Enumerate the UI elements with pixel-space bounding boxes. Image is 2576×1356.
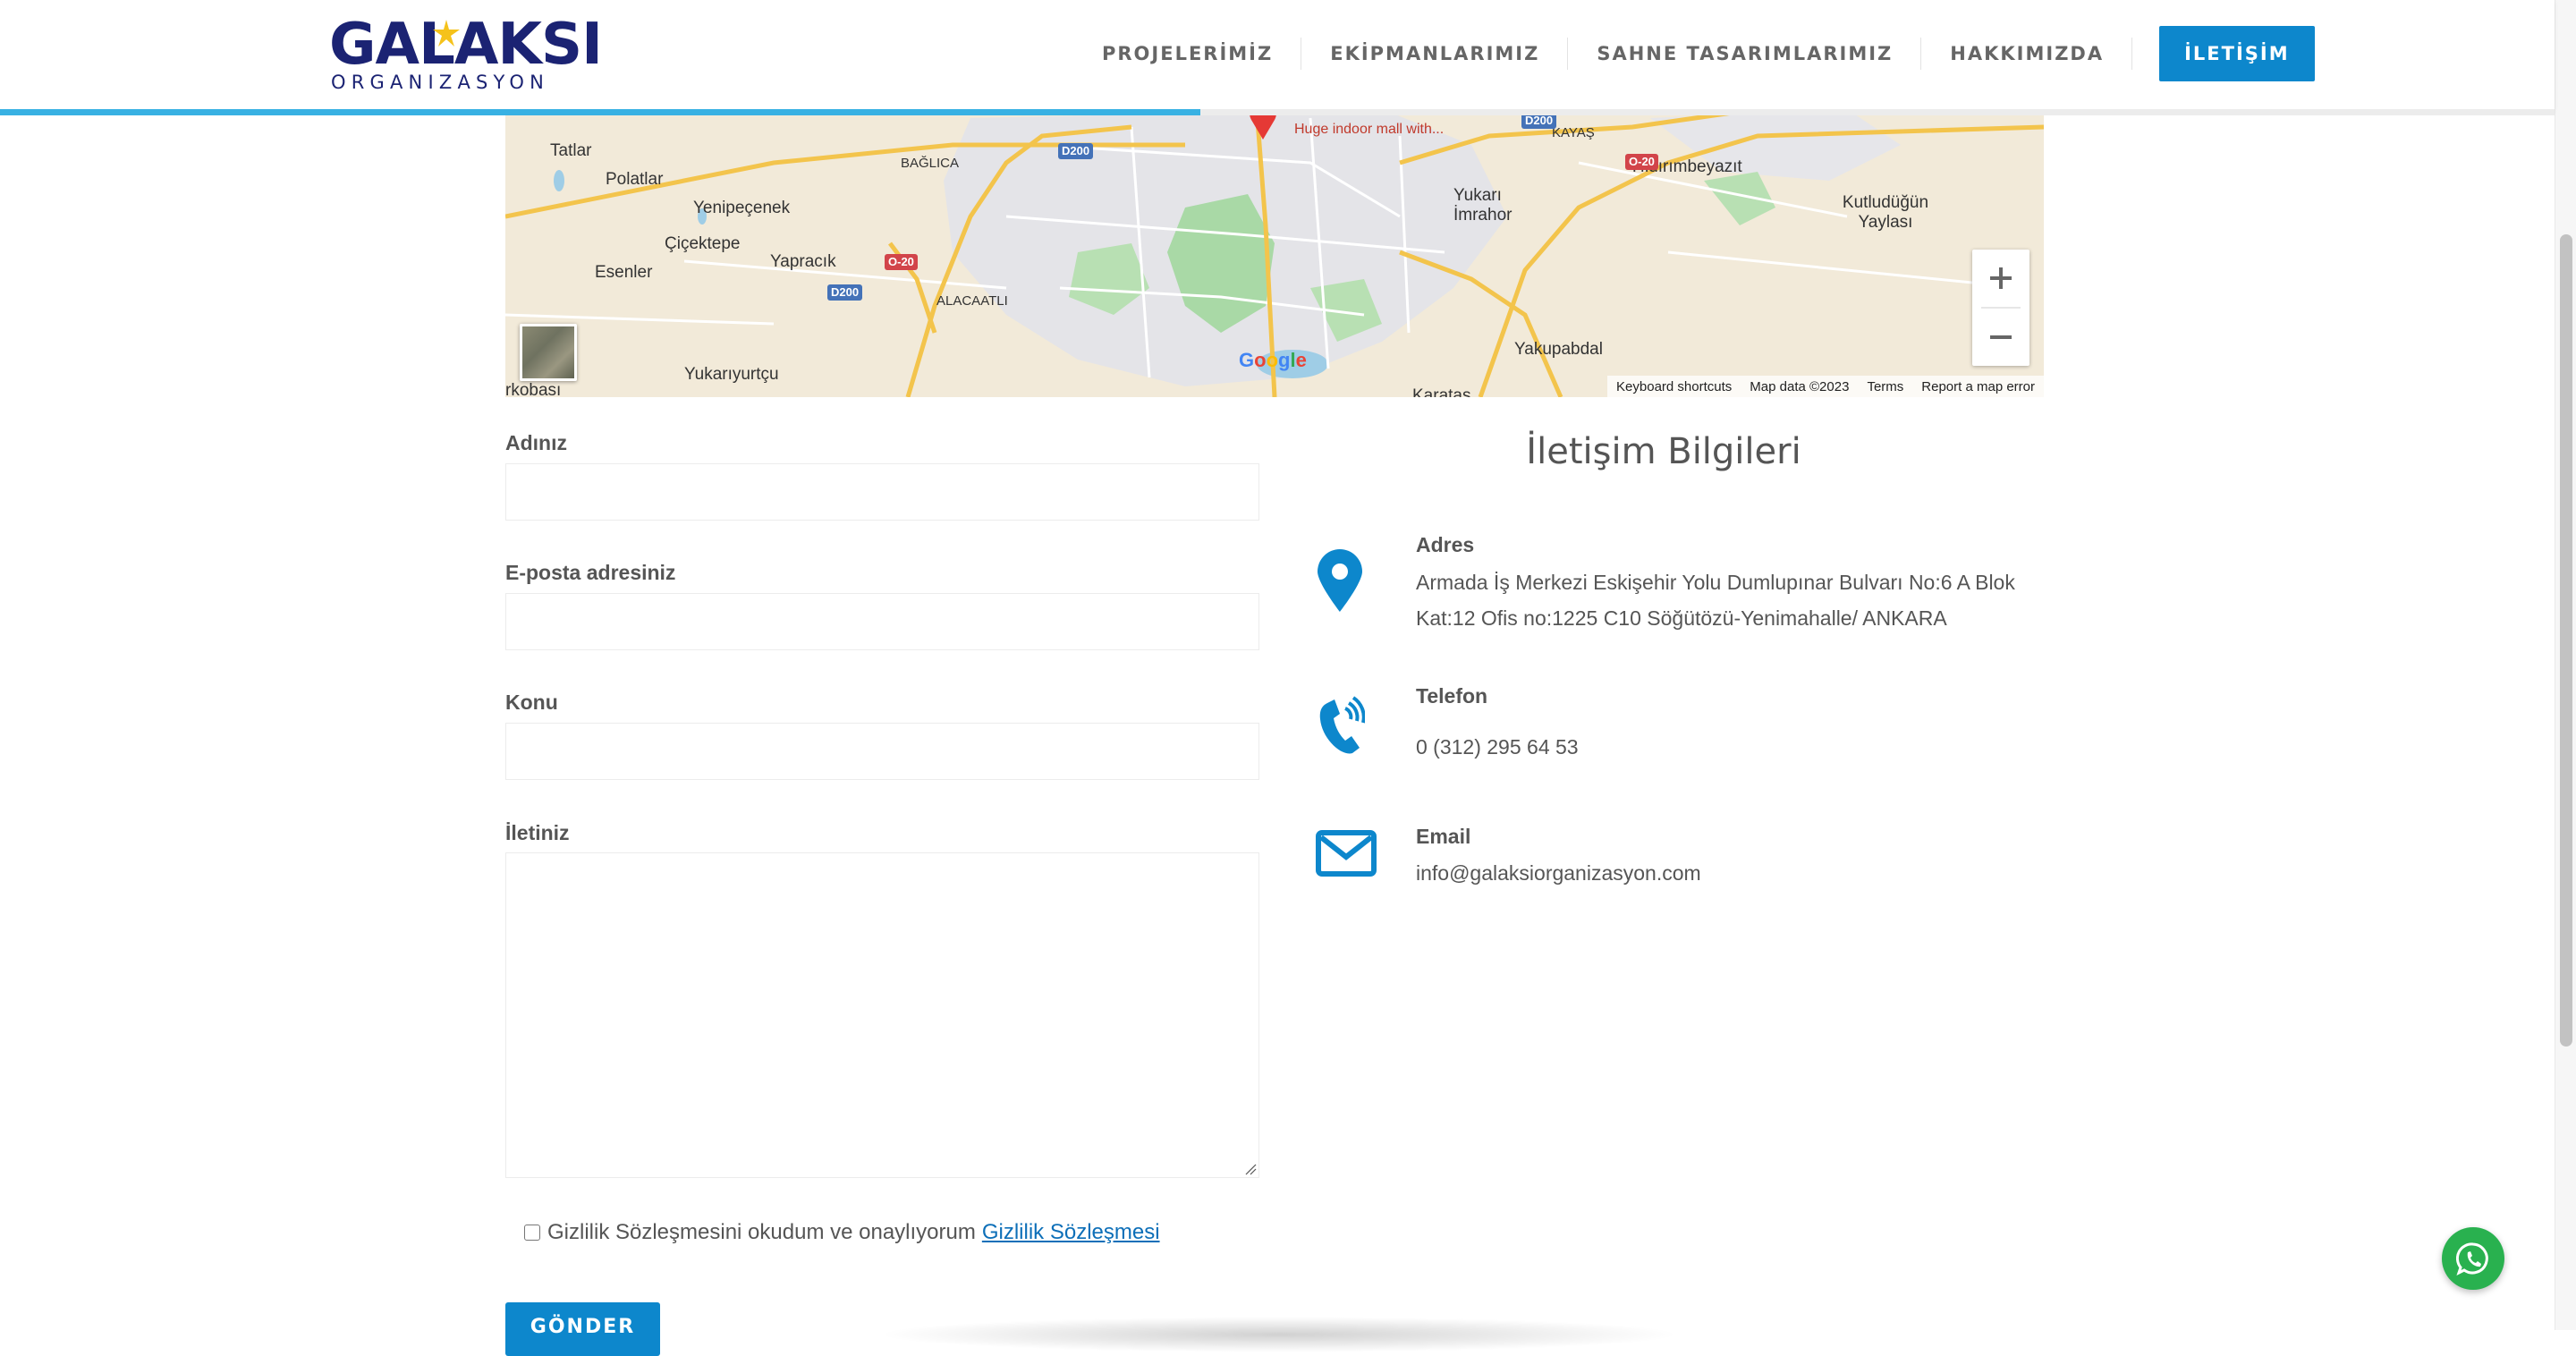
email-input[interactable] <box>505 593 1259 650</box>
zoom-out-button[interactable] <box>1972 309 2029 366</box>
whatsapp-button[interactable] <box>2442 1227 2504 1290</box>
map-place-label: BAĞLICA <box>901 156 960 171</box>
name-input[interactable] <box>505 463 1259 521</box>
map-place-label: KAYAŞ <box>1552 125 1595 140</box>
map-place-label: Yukarıyurtçu <box>684 365 779 384</box>
email-address[interactable]: info@galaksiorganizasyon.com <box>1416 855 1701 891</box>
subject-input[interactable] <box>505 723 1259 780</box>
message-textarea[interactable] <box>505 852 1259 1178</box>
road-badge: O-20 <box>885 254 918 270</box>
map-pin-icon <box>1318 549 1362 612</box>
map-place-label: ALACAATLI <box>936 293 1008 309</box>
resize-grip-icon[interactable] <box>1244 1163 1257 1175</box>
terms-link[interactable]: Terms <box>1867 379 1903 394</box>
map-place-label: Yapracık <box>770 252 836 271</box>
map-poi-line2: Huge indoor mall with... <box>1294 122 1445 137</box>
report-map-error-link[interactable]: Report a map error <box>1921 379 2035 394</box>
map-place-label: Yenipeçenek <box>693 199 791 217</box>
address-line-1: Armada İş Merkezi Eskişehir Yolu Dumlupı… <box>1416 571 2015 594</box>
zoom-in-button[interactable] <box>1972 250 2029 307</box>
map-place-label: Yukarı İmrahor <box>1453 186 1513 225</box>
map-zoom-controls <box>1972 250 2029 366</box>
nav-item-projects[interactable]: PROJELERİMİZ <box>1073 25 1302 82</box>
phone-heading: Telefon <box>1416 684 1488 708</box>
privacy-consent-text: Gizlilik Sözleşmesini okudum ve onaylıyo… <box>547 1220 976 1244</box>
whatsapp-icon <box>2456 1242 2488 1275</box>
scroll-progress-bar <box>0 109 2555 115</box>
message-label: İletiniz <box>505 821 570 844</box>
nav-item-about[interactable]: HAKKIMIZDA <box>1921 25 2132 82</box>
map-place-label: Çiçektepe <box>665 234 741 253</box>
main-nav: PROJELERİMİZ EKİPMANLARIMIZ SAHNE TASARI… <box>1073 25 2315 82</box>
privacy-consent: Gizlilik Sözleşmesini okudum ve onaylıyo… <box>524 1220 1160 1245</box>
google-map[interactable]: and Business Center Huge indoor mall wit… <box>505 109 2044 397</box>
email-label: E-posta adresiniz <box>505 561 676 584</box>
contact-info-title: İletişim Bilgileri <box>1526 431 1801 472</box>
submit-button[interactable]: GÖNDER <box>505 1302 660 1356</box>
address-line-2: Kat:12 Ofis no:1225 C10 Söğütözü-Yenimah… <box>1416 606 1947 630</box>
map-attribution: Keyboard shortcuts Map data ©2023 Terms … <box>1607 376 2044 397</box>
logo-subtitle: ORGANIZASYON <box>331 72 550 93</box>
logo-star-icon <box>433 20 460 47</box>
map-place-label: Tatlar <box>550 141 592 160</box>
map-place-label: rkobası <box>505 381 562 397</box>
scrollbar-thumb[interactable] <box>2560 234 2572 1047</box>
nav-item-stage-designs[interactable]: SAHNE TASARIMLARIMIZ <box>1568 25 1922 82</box>
map-place-label: Esenler <box>595 263 653 282</box>
road-badge: D200 <box>1058 143 1094 159</box>
map-place-label: Yakupabdal <box>1514 340 1603 359</box>
map-place-label: Karataş <box>1412 386 1471 397</box>
email-heading: Email <box>1416 825 1471 848</box>
map-place-label: Polatlar <box>606 170 664 189</box>
google-logo: Google <box>1239 349 1307 371</box>
site-header: GALAKSI ORGANIZASYON PROJELERİMİZ EKİPMA… <box>0 0 2555 109</box>
footer-shadow <box>877 1317 1682 1352</box>
keyboard-shortcuts-link[interactable]: Keyboard shortcuts <box>1616 379 1732 394</box>
name-label: Adınız <box>505 431 567 454</box>
subject-label: Konu <box>505 691 558 714</box>
nav-item-equipment[interactable]: EKİPMANLARIMIZ <box>1301 25 1569 82</box>
address-heading: Adres <box>1416 533 1475 556</box>
logo-wordmark: GALAKSI <box>329 12 603 78</box>
minus-icon <box>1990 335 2012 339</box>
scroll-progress-fill <box>0 109 1201 115</box>
envelope-icon <box>1316 830 1377 877</box>
phone-icon <box>1319 696 1365 754</box>
page-scrollbar[interactable] <box>2555 0 2576 1330</box>
site-logo[interactable]: GALAKSI ORGANIZASYON <box>329 16 603 93</box>
privacy-policy-link[interactable]: Gizlilik Sözleşmesi <box>982 1220 1160 1245</box>
plus-icon <box>1990 267 2012 289</box>
road-badge: O-20 <box>1625 154 1658 170</box>
map-data-label: Map data ©2023 <box>1750 378 1850 394</box>
map-place-label: Kutludüğün Yaylası <box>1842 193 1929 232</box>
nav-contact-button[interactable]: İLETİŞİM <box>2159 26 2315 81</box>
map-satellite-toggle[interactable] <box>520 324 577 381</box>
privacy-consent-checkbox[interactable] <box>524 1225 540 1241</box>
phone-number[interactable]: 0 (312) 295 64 53 <box>1416 729 1579 765</box>
road-badge: D200 <box>827 284 863 301</box>
